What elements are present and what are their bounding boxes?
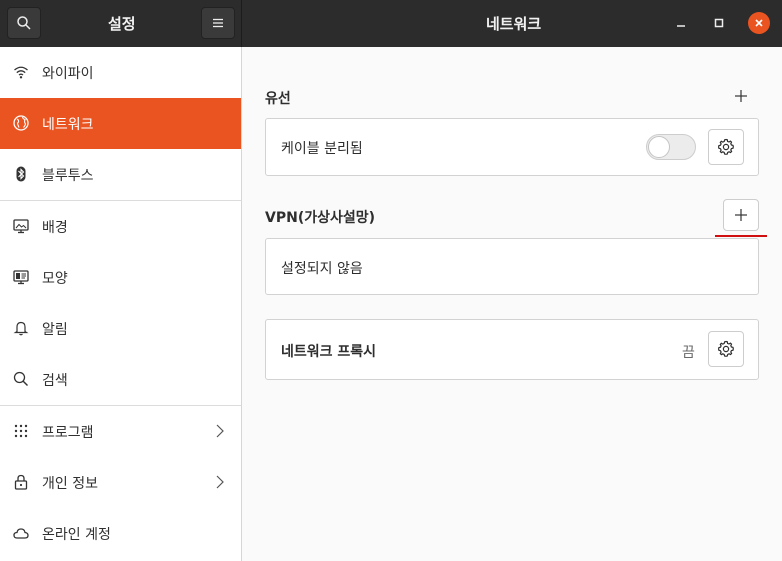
- bluetooth-icon: [13, 166, 29, 182]
- search-icon: [17, 16, 31, 30]
- cable-status-label: 케이블 분리됨: [281, 141, 363, 157]
- main-panel: 유선 케이블 분리됨 VPN(가상사설망) 설정되지 않음 네트워크 프록시 끔: [243, 47, 782, 561]
- network-proxy-label: 네트워크 프록시: [281, 344, 377, 360]
- lock-icon: [13, 474, 29, 490]
- gear-icon: [717, 138, 734, 155]
- wired-toggle-switch[interactable]: [646, 134, 696, 160]
- sidebar-item-applications[interactable]: 프로그램: [0, 406, 241, 457]
- page-title: 네트워크: [486, 15, 542, 33]
- minimize-button[interactable]: [671, 13, 691, 33]
- globe-icon: [13, 115, 29, 131]
- wired-settings-button[interactable]: [708, 129, 744, 165]
- chevron-right-icon: [214, 474, 226, 490]
- sidebar-item-label: 모양: [42, 271, 68, 287]
- sidebar-item-notifications[interactable]: 알림: [0, 303, 241, 354]
- maximize-icon: [714, 18, 724, 28]
- sidebar-item-background[interactable]: 배경: [0, 201, 241, 252]
- menu-button[interactable]: [201, 7, 235, 39]
- sidebar: 와이파이 네트워크 블루투스 배경 모양 알림 검색 프로그램 개인 정보 온라…: [0, 47, 242, 561]
- apps-grid-icon: [13, 423, 29, 439]
- minimize-icon: [677, 25, 685, 27]
- sidebar-item-label: 프로그램: [42, 425, 94, 441]
- sidebar-item-online-accounts[interactable]: 온라인 계정: [0, 508, 241, 559]
- hamburger-icon: [213, 18, 223, 28]
- wired-connection-card: 케이블 분리됨: [265, 118, 759, 176]
- bell-icon: [13, 320, 29, 336]
- sidebar-item-label: 와이파이: [42, 66, 94, 82]
- highlight-underline: [715, 235, 767, 237]
- close-icon: [755, 19, 763, 27]
- gear-icon: [717, 340, 734, 357]
- proxy-settings-button[interactable]: [708, 331, 744, 367]
- sidebar-item-label: 온라인 계정: [42, 527, 111, 543]
- sidebar-item-label: 블루투스: [42, 168, 94, 184]
- appearance-icon: [13, 269, 29, 285]
- close-button[interactable]: [748, 12, 770, 34]
- sidebar-item-label: 배경: [42, 220, 68, 236]
- sidebar-item-privacy[interactable]: 개인 정보: [0, 457, 241, 508]
- header-bar: 설정 네트워크: [0, 0, 782, 47]
- sidebar-item-appearance[interactable]: 모양: [0, 252, 241, 303]
- toggle-knob: [648, 136, 670, 158]
- vpn-section-title: VPN(가상사설망): [265, 210, 376, 226]
- chevron-right-icon: [214, 423, 226, 439]
- sidebar-item-label: 개인 정보: [42, 476, 98, 492]
- sidebar-item-label: 검색: [42, 373, 68, 389]
- settings-title: 설정: [108, 15, 136, 33]
- network-proxy-status: 끔: [682, 345, 695, 361]
- sidebar-header: 설정: [0, 0, 242, 47]
- plus-icon: [735, 209, 747, 221]
- search-button[interactable]: [7, 7, 41, 39]
- vpn-card: 설정되지 않음: [265, 238, 759, 295]
- monitor-background-icon: [13, 218, 29, 234]
- wifi-icon: [13, 64, 29, 80]
- sidebar-item-network[interactable]: 네트워크: [0, 98, 241, 149]
- plus-icon: [735, 90, 747, 102]
- search-icon: [13, 371, 29, 387]
- add-vpn-button[interactable]: [723, 199, 759, 231]
- network-proxy-card[interactable]: 네트워크 프록시 끔: [265, 319, 759, 380]
- sidebar-item-label: 알림: [42, 322, 68, 338]
- sidebar-item-label: 네트워크: [42, 117, 94, 133]
- add-wired-button[interactable]: [723, 80, 759, 112]
- sidebar-item-bluetooth[interactable]: 블루투스: [0, 149, 241, 200]
- vpn-empty-label: 설정되지 않음: [281, 261, 363, 277]
- sidebar-item-search[interactable]: 검색: [0, 354, 241, 405]
- maximize-button[interactable]: [709, 13, 729, 33]
- sidebar-item-wifi[interactable]: 와이파이: [0, 47, 241, 98]
- cloud-icon: [13, 525, 29, 541]
- wired-section-title: 유선: [265, 91, 291, 107]
